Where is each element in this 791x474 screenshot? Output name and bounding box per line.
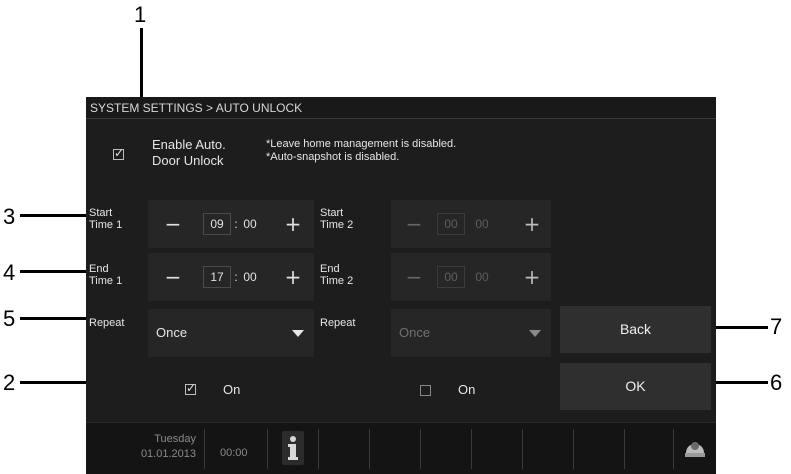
end-time-2-minus-button[interactable]: − — [401, 264, 427, 290]
divider — [573, 429, 574, 469]
end-time-2-label-line1: End — [320, 263, 340, 275]
end-time-1-hour: 17 — [210, 270, 224, 284]
divider — [420, 429, 421, 469]
end-time-1-minus-button[interactable]: − — [160, 264, 186, 290]
divider — [522, 429, 523, 469]
repeat-1-label: Repeat — [89, 317, 125, 329]
start-time-1-minus-button[interactable]: − — [160, 211, 186, 237]
callout-4-line — [20, 270, 90, 273]
callout-1: 1 — [134, 2, 147, 27]
callout-7: 7 — [770, 314, 783, 339]
schedule-2-on-label: On — [458, 382, 476, 397]
end-time-2-plus-button[interactable]: + — [519, 264, 545, 290]
end-time-2-minute[interactable]: 00 — [471, 270, 493, 284]
chevron-down-icon — [292, 330, 304, 337]
repeat-1-dropdown[interactable]: Once — [148, 309, 314, 357]
breadcrumb: SYSTEM SETTINGS > AUTO UNLOCK — [86, 97, 716, 119]
note-leave-home: *Leave home management is disabled. — [266, 138, 457, 150]
start-time-2-label-line2: Time 2 — [320, 219, 354, 231]
callout-5-line — [20, 317, 90, 320]
repeat-2-label: Repeat — [320, 317, 356, 329]
chevron-down-icon — [529, 330, 541, 337]
status-bar: Tuesday 01.01.2013 00:00 — [86, 422, 716, 474]
schedule-1-on-checkbox[interactable] — [185, 381, 196, 395]
enable-auto-unlock-checkbox[interactable] — [113, 146, 124, 160]
callout-7-line — [712, 326, 768, 329]
repeat-2-dropdown[interactable]: Once — [391, 309, 551, 357]
callout-2: 2 — [3, 370, 16, 395]
end-time-2-stepper: − 00 00 + — [391, 253, 551, 301]
end-time-1-stepper: − 17 : 00 + — [148, 253, 314, 301]
callout-3: 3 — [3, 204, 16, 229]
callout-4: 4 — [3, 260, 16, 285]
end-time-1-minute[interactable]: 00 — [239, 270, 261, 284]
weekday: Tuesday — [154, 433, 196, 445]
divider — [673, 429, 674, 469]
clock: 00:00 — [220, 447, 248, 459]
enable-label-line2: Door Unlock — [152, 153, 224, 168]
start-time-1-minute[interactable]: 00 — [239, 217, 261, 231]
callout-6-line — [712, 381, 768, 384]
start-time-2-minute[interactable]: 00 — [471, 217, 493, 231]
enable-label-line1: Enable Auto. — [152, 137, 226, 152]
note-auto-snapshot: *Auto-snapshot is disabled. — [266, 151, 400, 163]
repeat-1-value: Once — [156, 325, 188, 340]
callout-5: 5 — [3, 306, 16, 331]
divider — [267, 429, 268, 469]
start-time-2-minus-button[interactable]: − — [401, 211, 427, 237]
end-time-1-plus-button[interactable]: + — [280, 264, 306, 290]
start-time-1-plus-button[interactable]: + — [280, 211, 306, 237]
end-time-2-label-line2: Time 2 — [320, 275, 354, 287]
start-time-1-stepper: − 09 : 00 + — [148, 200, 314, 248]
end-time-2-label: End Time 2 — [320, 263, 353, 287]
divider — [204, 429, 205, 469]
ok-button[interactable]: OK — [560, 363, 711, 410]
start-time-1-label: Start Time 1 — [89, 207, 122, 231]
divider — [318, 429, 319, 469]
start-time-2-plus-button[interactable]: + — [519, 211, 545, 237]
schedule-1-on-label: On — [223, 382, 241, 397]
start-time-1-label-line1: Start — [89, 207, 113, 219]
end-time-2-hour: 00 — [444, 270, 458, 284]
intercom-icon — [685, 442, 705, 457]
divider — [369, 429, 370, 469]
start-time-2-label-line1: Start — [320, 207, 344, 219]
end-time-1-label-line2: Time 1 — [89, 275, 123, 287]
info-button[interactable] — [282, 431, 304, 465]
start-time-2-stepper: − 00 00 + — [391, 200, 551, 248]
end-time-1-label-line1: End — [89, 263, 109, 275]
callout-6: 6 — [770, 370, 783, 395]
date: 01.01.2013 — [140, 448, 196, 460]
start-time-2-label: Start Time 2 — [320, 207, 353, 231]
divider — [624, 429, 625, 469]
intercom-button[interactable] — [680, 431, 710, 465]
end-time-1-label: End Time 1 — [89, 263, 122, 287]
enable-auto-unlock-label: Enable Auto. Door Unlock — [152, 137, 226, 169]
divider — [471, 429, 472, 469]
date-display: Tuesday 01.01.2013 — [90, 432, 196, 462]
callout-3-line — [20, 214, 90, 217]
start-time-1-label-line2: Time 1 — [89, 219, 123, 231]
repeat-2-value: Once — [399, 325, 431, 340]
info-notes: *Leave home management is disabled. *Aut… — [266, 138, 456, 164]
back-button[interactable]: Back — [560, 306, 711, 353]
info-icon — [288, 436, 298, 460]
device-screen: SYSTEM SETTINGS > AUTO UNLOCK Enable Aut… — [86, 97, 716, 474]
schedule-2-on-checkbox[interactable] — [420, 385, 431, 396]
start-time-2-hour: 00 — [444, 217, 458, 231]
start-time-1-hour: 09 — [210, 217, 224, 231]
